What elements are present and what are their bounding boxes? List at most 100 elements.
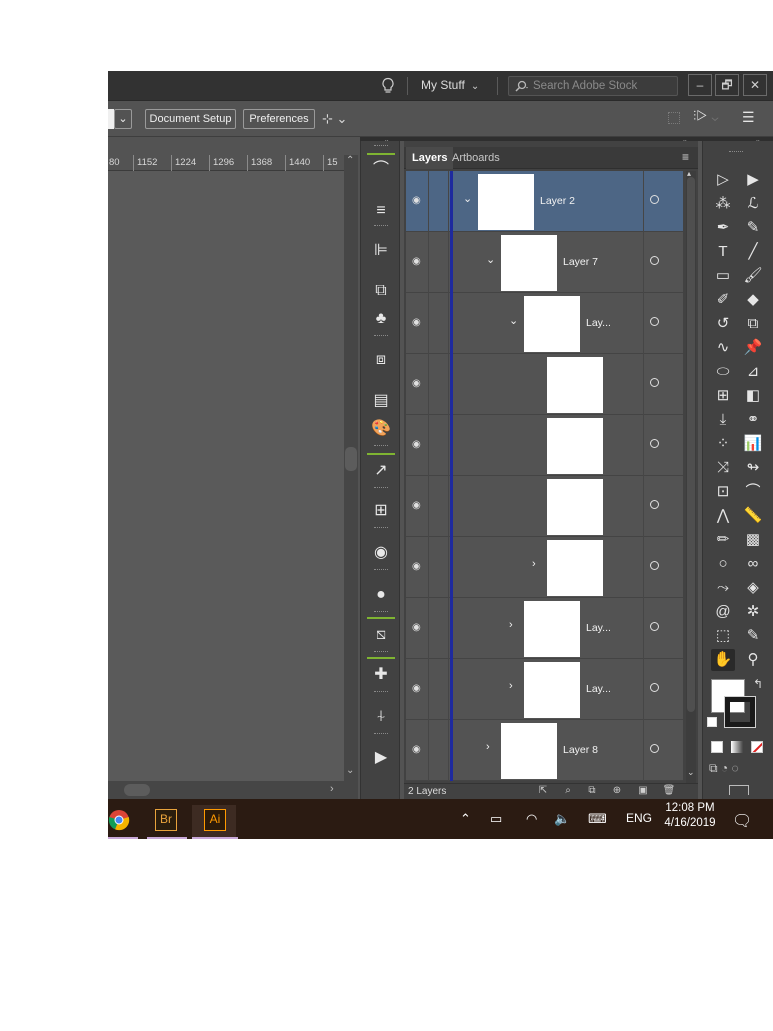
panel-grip[interactable] [374, 691, 388, 693]
transparency-panel-icon[interactable]: ● [368, 583, 394, 607]
layer-row[interactable]: ◉ [406, 354, 683, 415]
trash-icon[interactable]: 🗑 [662, 785, 676, 798]
panel-grip[interactable] [374, 335, 388, 337]
target-circle-icon[interactable] [650, 378, 659, 387]
target-circle-icon[interactable] [650, 500, 659, 509]
battery-icon[interactable]: ▭ [490, 811, 502, 827]
mesh-tool-icon[interactable]: ⊞ [711, 385, 735, 407]
stroke-panel-icon[interactable]: ≡ [368, 199, 394, 223]
pencil-tool-icon[interactable]: ✎ [741, 625, 765, 647]
layer-row[interactable]: ◉ › Lay... [406, 659, 683, 720]
knife-tool-icon[interactable]: ⤳ [711, 577, 735, 599]
scroll-thumb[interactable] [345, 447, 357, 471]
bridge-app[interactable]: Br [147, 805, 191, 839]
appearance-panel-icon[interactable]: ◉ [368, 541, 394, 565]
shaper-tool-icon[interactable]: ✐ [711, 289, 735, 311]
eraser-tool-icon[interactable]: ◆ [741, 289, 765, 311]
puppet-warp-icon[interactable]: ⍭ [368, 705, 394, 729]
layer-row[interactable]: ◉ › Layer 8 [406, 720, 683, 781]
rotate-tool-icon[interactable]: ↺ [711, 313, 735, 335]
align-grid-icon[interactable] [668, 112, 680, 124]
direct-selection-tool-icon[interactable]: ▶ [741, 169, 765, 191]
visibility-eye-icon[interactable]: ◉ [412, 500, 424, 511]
layer-name[interactable]: Layer 7 [563, 256, 598, 268]
keyboard-icon[interactable]: ⌨ [588, 811, 607, 827]
lock-toggle[interactable] [430, 354, 448, 415]
scroll-down-icon[interactable]: ⌄ [687, 767, 695, 778]
chrome-app[interactable] [108, 805, 152, 839]
layers-scrollbar[interactable]: ▴ ⌄ [686, 169, 696, 783]
play-action-icon[interactable]: ▶ [368, 746, 394, 770]
layer-name[interactable]: Layer 8 [563, 744, 598, 756]
smooth-tool-icon[interactable]: ↬ [741, 457, 765, 479]
eyedropper-tool-icon[interactable]: ⤓ [711, 409, 735, 431]
anchor-point-tool-icon[interactable]: ⋀ [711, 505, 735, 527]
workspace-switcher[interactable]: My Stuff ⌄ [421, 78, 479, 92]
slice-tool-icon[interactable]: ⧅ [368, 623, 394, 647]
panel-grip[interactable] [374, 225, 388, 227]
target-circle-icon[interactable] [650, 622, 659, 631]
panel-grip[interactable] [374, 487, 388, 489]
lightbulb-icon[interactable] [380, 77, 396, 95]
scale-tool-icon[interactable]: ⧉ [741, 313, 765, 335]
locate-object-icon[interactable]: ⌕ [561, 785, 575, 798]
preferences-button[interactable]: Preferences [243, 109, 315, 129]
lock-toggle[interactable] [430, 537, 448, 598]
symbol-sprayer-icon[interactable]: ⁘ [711, 433, 735, 455]
panel-menu-icon[interactable]: ≡ [682, 150, 689, 164]
horizontal-ruler[interactable]: 80 1152 1224 1296 1368 1440 15 [108, 155, 344, 171]
lock-toggle[interactable] [430, 232, 448, 293]
visibility-eye-icon[interactable]: ◉ [412, 256, 424, 267]
anchor-point-icon[interactable]: ↗ [368, 459, 394, 483]
spiral-tool-icon[interactable]: @ [711, 601, 735, 623]
gradient-swatch-icon[interactable]: ▩ [741, 529, 765, 551]
blend-tool-icon[interactable]: ⚭ [741, 409, 765, 431]
rectangle-tool-icon[interactable]: ▭ [711, 265, 735, 287]
hand-tool-icon[interactable]: ✋ [711, 649, 735, 671]
target-circle-icon[interactable] [650, 561, 659, 570]
expand-arrow-icon[interactable]: › [486, 741, 490, 753]
wifi-icon[interactable]: ◠ [526, 811, 537, 827]
show-hidden-icons[interactable]: ⌃ [460, 811, 471, 827]
drawing-modes-icon[interactable]: ⧉ ◔ ◌ [709, 761, 767, 779]
panel-grip[interactable] [374, 651, 388, 653]
line-tool-icon[interactable]: ╱ [741, 241, 765, 263]
color-mode-icon[interactable] [711, 741, 723, 753]
lock-toggle[interactable] [430, 598, 448, 659]
live-paint-selection-icon[interactable]: ◈ [741, 577, 765, 599]
layer-row[interactable]: ◉ [406, 415, 683, 476]
perspective-grid-icon[interactable]: ⊿ [741, 361, 765, 383]
layer-row[interactable]: ◉ ⌄ Layer 2 [406, 171, 683, 232]
lock-toggle[interactable] [430, 171, 448, 232]
collapse-arrow-icon[interactable]: ⌄ [486, 253, 495, 266]
curvature-pen-icon[interactable]: ✎ [741, 217, 765, 239]
column-graph-icon[interactable]: 📊 [741, 433, 765, 455]
collapse-arrow-icon[interactable]: ⌄ [509, 314, 518, 327]
canvas-vertical-scrollbar[interactable]: ⌃ ⌄ [344, 155, 358, 781]
curvature-tool-icon[interactable]: ⌒ [741, 481, 765, 503]
lock-toggle[interactable] [430, 293, 448, 354]
shape-builder-icon[interactable]: ⬭ [711, 361, 735, 383]
lasso-tool-icon[interactable]: ℒ [741, 193, 765, 215]
gradient-panel-icon[interactable]: ▤ [368, 389, 394, 413]
panel-grip[interactable] [374, 527, 388, 529]
none-mode-icon[interactable] [751, 741, 763, 753]
layer-name[interactable]: Layer 2 [540, 195, 575, 207]
gradient-tool-icon[interactable]: ◧ [741, 385, 765, 407]
butterfly-tool-icon[interactable]: ✲ [741, 601, 765, 623]
language-indicator[interactable]: ENG [626, 811, 652, 825]
target-circle-icon[interactable] [650, 256, 659, 265]
visibility-eye-icon[interactable]: ◉ [412, 317, 424, 328]
close-button[interactable]: ✕ [743, 74, 767, 96]
lock-toggle[interactable] [430, 415, 448, 476]
selection-tool-icon[interactable]: ▷ [711, 169, 735, 191]
scroll-down-icon[interactable]: ⌄ [346, 765, 354, 776]
export-icon[interactable]: ⇱ [536, 785, 550, 798]
expand-arrow-icon[interactable]: › [509, 619, 513, 631]
visibility-eye-icon[interactable]: ◉ [412, 744, 424, 755]
restore-button[interactable]: 🗗 [715, 74, 739, 96]
live-paint-icon[interactable]: ✏ [711, 529, 735, 551]
zoom-tool-icon[interactable]: ⚲ [741, 649, 765, 671]
layer-row[interactable]: ◉ ⌄ Lay... [406, 293, 683, 354]
search-stock-input[interactable]: Search Adobe Stock [508, 76, 678, 96]
